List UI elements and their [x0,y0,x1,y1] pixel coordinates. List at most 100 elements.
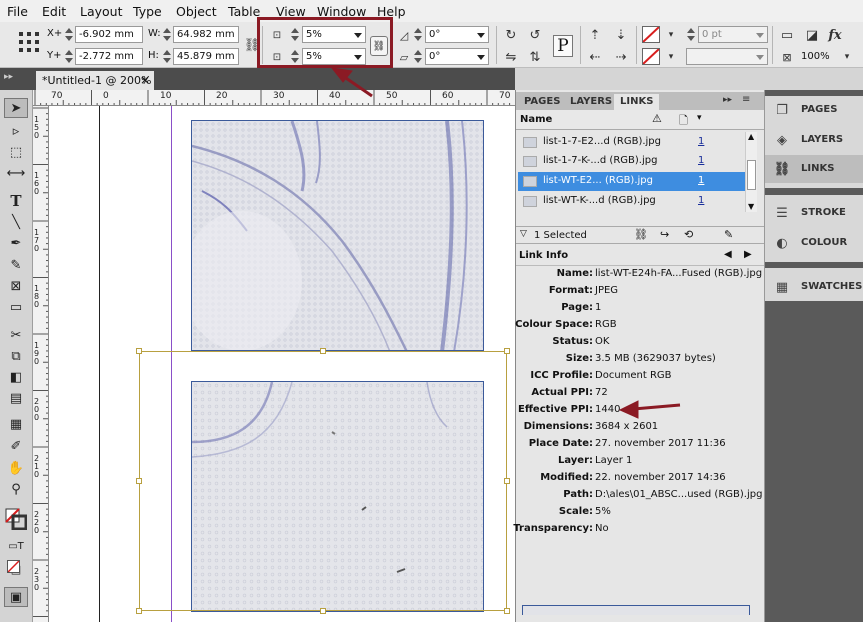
selection-frame[interactable] [139,351,507,611]
link-row[interactable]: list-1-7-K-...d (RGB).jpg 1 [518,152,746,171]
tab-links[interactable]: LINKS [614,94,660,110]
gradient-feather-tool-icon[interactable]: ▤ [4,388,28,408]
reference-point-icon[interactable] [18,31,40,53]
fill-swatch-icon[interactable] [642,26,660,43]
menu-object[interactable]: Object [176,4,217,19]
selection-handle[interactable] [136,608,142,614]
selection-handle[interactable] [136,348,142,354]
menu-type[interactable]: Type [133,4,162,19]
type-tool-icon[interactable]: T [4,191,28,211]
select-content-icon[interactable]: ⇣ [612,26,630,44]
free-transform-tool-icon[interactable]: ⧉ [4,346,28,366]
opacity-dropdown-icon[interactable]: ▾ [838,48,856,66]
h-field[interactable]: 45.879 mm [173,48,239,65]
selection-handle[interactable] [504,478,510,484]
stroke-type-field[interactable] [686,48,768,65]
w-spinner[interactable] [162,26,172,43]
shear-spinner[interactable] [413,48,423,65]
zoom-tool-icon[interactable]: ⚲ [4,479,28,499]
w-field[interactable]: 64.982 mm [173,26,239,43]
x-spinner[interactable] [64,26,74,43]
stroke-weight-spinner[interactable] [686,26,696,43]
panel-menu-icon[interactable]: ≡ [742,94,750,105]
selection-tool-icon[interactable]: ➤ [4,98,28,118]
opacity-value[interactable]: 100% [801,51,830,62]
screen-mode-icon[interactable]: ▣ [4,587,28,607]
apply-none-icon[interactable] [7,560,20,573]
fill-stroke-swatch-icon[interactable] [5,508,28,531]
scissors-tool-icon[interactable]: ✂ [4,325,28,345]
collapse-arrows-icon[interactable]: ▸▸ [4,72,13,82]
relink-icon[interactable]: ⛓ [634,228,648,241]
dock-colour[interactable]: ◐ COLOUR [765,229,863,257]
eyedropper-tool-icon[interactable]: ✐ [4,436,28,456]
direct-selection-tool-icon[interactable]: ▹ [4,121,28,141]
hand-tool-icon[interactable]: ✋ [4,458,28,478]
scroll-down-icon[interactable]: ▼ [748,202,754,211]
dock-stroke[interactable]: ☰ STROKE [765,199,863,227]
edit-original-icon[interactable]: ✎ [724,228,733,241]
selection-handle[interactable] [136,478,142,484]
update-link-icon[interactable]: ⟲ [684,228,693,241]
y-spinner[interactable] [64,48,74,65]
effects-icon[interactable]: ▭ [778,26,796,44]
scroll-thumb[interactable] [747,160,756,190]
menu-table[interactable]: Table [228,4,260,19]
selection-handle[interactable] [504,608,510,614]
column-dropdown-icon[interactable]: ▾ [697,113,702,123]
x-field[interactable]: -6.902 mm [75,26,143,43]
drop-shadow-icon[interactable]: ◪ [803,26,821,44]
page-column-icon[interactable]: 🗋 [679,112,688,131]
rotate-ccw-icon[interactable]: ↺ [526,26,544,44]
rotate-cw-icon[interactable]: ↻ [502,26,520,44]
link-row-selected[interactable]: list-WT-E2... (RGB).jpg 1 [518,172,746,191]
fx-icon[interactable]: fx [826,26,844,44]
dock-swatches[interactable]: ▦ SWATCHES [765,273,863,301]
pen-tool-icon[interactable]: ✒ [4,233,28,253]
warning-column-icon[interactable]: ⚠ [652,112,662,125]
tab-pages[interactable]: PAGES [518,94,566,110]
page-tool-icon[interactable]: ⬚ [4,142,28,162]
link-row[interactable]: list-WT-K-...d (RGB).jpg 1 [518,192,746,211]
close-tab-icon[interactable]: × [140,73,150,87]
select-next-icon[interactable]: ⇢ [612,48,630,66]
next-link-icon[interactable]: ▶ [744,249,752,260]
stroke-dropdown-icon[interactable]: ▾ [662,48,680,66]
links-scrollbar[interactable]: ▲ ▼ [745,132,757,212]
stroke-weight-field[interactable]: 0 pt [698,26,768,43]
formatting-container-icon[interactable]: ▭T [4,536,28,556]
tissue-image-top[interactable] [191,120,484,351]
rotate-spinner[interactable] [413,26,423,43]
pencil-tool-icon[interactable]: ✎ [4,255,28,275]
link-page[interactable]: 1 [698,155,704,166]
menu-layout[interactable]: Layout [80,4,123,19]
tab-layers[interactable]: LAYERS [564,94,618,110]
fill-dropdown-icon[interactable]: ▾ [662,26,680,44]
dock-links[interactable]: ⛓ LINKS [765,155,863,183]
document-tab[interactable]: *Untitled-1 @ 200% × [36,71,154,90]
h-spinner[interactable] [162,48,172,65]
rotate-field[interactable]: 0° [425,26,489,43]
flip-vertical-icon[interactable]: ⇅ [526,48,544,66]
select-container-icon[interactable]: ⇡ [586,26,604,44]
shear-field[interactable]: 0° [425,48,489,65]
dock-layers[interactable]: ◈ LAYERS [765,126,863,154]
selection-handle[interactable] [320,608,326,614]
scroll-up-icon[interactable]: ▲ [748,132,754,141]
selection-handle[interactable] [320,348,326,354]
panel-collapse-icon[interactable]: ▸▸ [723,95,732,105]
link-row[interactable]: list-1-7-E2...d (RGB).jpg 1 [518,133,746,152]
links-name-column[interactable]: Name [520,114,552,125]
rectangle-frame-tool-icon[interactable]: ⊠ [4,276,28,296]
link-info-toggle-icon[interactable]: ▽ [520,229,527,239]
y-field[interactable]: -2.772 mm [75,48,143,65]
menu-edit[interactable]: Edit [42,4,66,19]
flip-horizontal-icon[interactable]: ⇋ [502,48,520,66]
link-page[interactable]: 1 [698,175,704,186]
rectangle-tool-icon[interactable]: ▭ [4,297,28,317]
gap-tool-icon[interactable]: ⟷ [4,163,28,183]
line-tool-icon[interactable]: ╲ [4,212,28,232]
document-canvas[interactable] [49,106,515,622]
previous-link-icon[interactable]: ◀ [724,249,732,260]
stroke-swatch-icon[interactable] [642,48,660,65]
